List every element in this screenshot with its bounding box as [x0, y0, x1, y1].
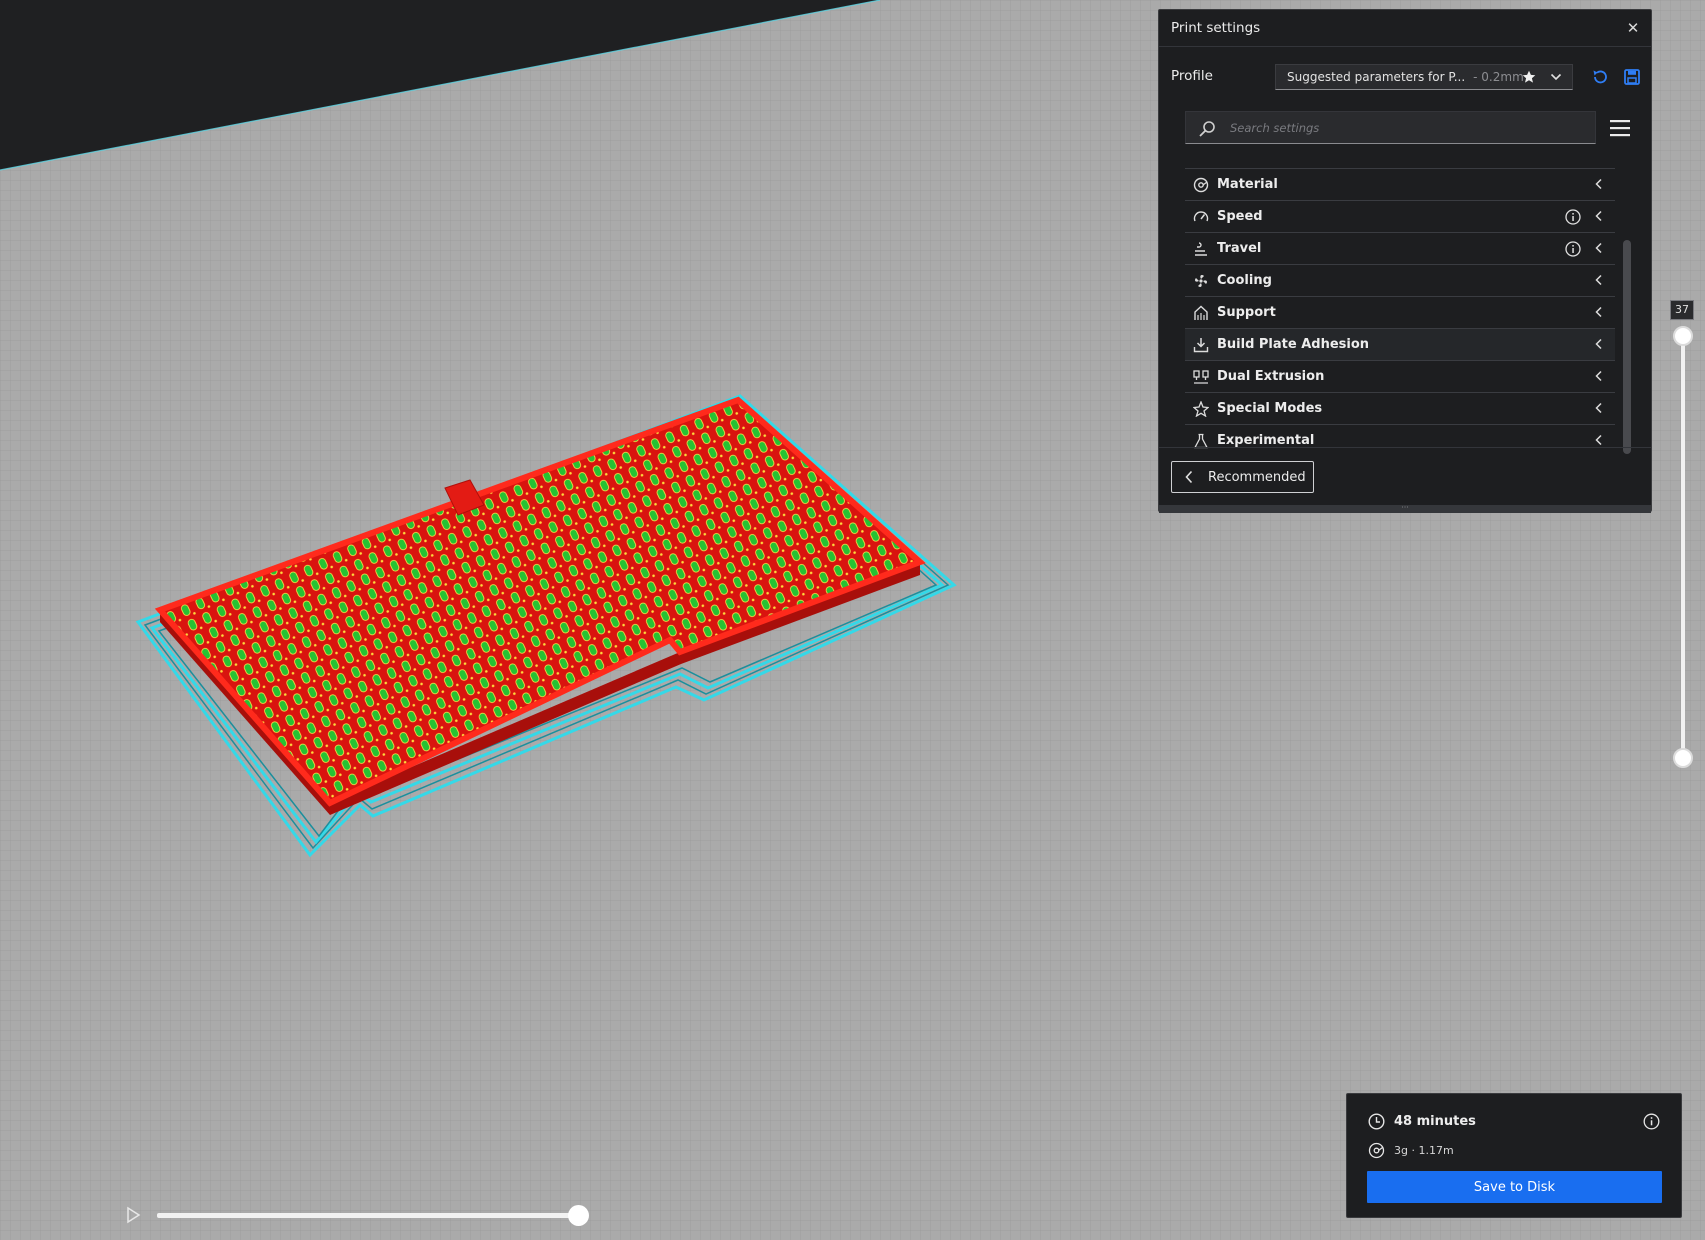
recommended-button[interactable]: Recommended [1171, 461, 1314, 493]
settings-category-list: Material Speed Travel Cooling Support Bu… [1185, 153, 1615, 455]
chevron-left-icon [1185, 470, 1193, 484]
cooling-fan-icon [1195, 275, 1207, 287]
scrollbar-thumb[interactable] [1623, 240, 1631, 454]
layer-slider-track[interactable] [1681, 336, 1685, 758]
settings-scrollbar[interactable] [1622, 150, 1631, 456]
chevron-left-icon [1595, 242, 1602, 254]
chevron-left-icon [1595, 210, 1602, 222]
search-input[interactable] [1230, 118, 1580, 138]
panel-title: Print settings [1171, 20, 1261, 36]
category-label: Support [1217, 305, 1276, 320]
category-label: Cooling [1217, 273, 1272, 288]
category-special-modes[interactable]: Special Modes [1185, 393, 1615, 425]
list-item-partial [1185, 153, 1615, 169]
info-icon[interactable] [1643, 1113, 1660, 1130]
category-build-plate-adhesion[interactable]: Build Plate Adhesion [1185, 329, 1615, 361]
panel-header: Print settings [1159, 10, 1651, 47]
support-icon [1194, 305, 1208, 320]
category-label: Speed [1217, 209, 1263, 224]
layer-number-label[interactable]: 37 [1670, 300, 1694, 320]
search-row [1185, 111, 1631, 145]
profile-layer-height: - 0.2mm [1473, 70, 1524, 84]
category-material[interactable]: Material [1185, 169, 1615, 201]
profile-row: Profile Suggested parameters for P... - … [1171, 62, 1641, 92]
material-icon [1193, 177, 1209, 193]
info-icon[interactable] [1565, 209, 1581, 225]
category-label: Travel [1217, 241, 1262, 256]
simulation-slider-track[interactable] [157, 1213, 579, 1218]
category-speed[interactable]: Speed [1185, 201, 1615, 233]
print-time: 48 minutes [1394, 1114, 1476, 1129]
chevron-down-icon [1550, 73, 1562, 81]
category-label: Build Plate Adhesion [1217, 337, 1370, 352]
chevron-left-icon [1595, 434, 1602, 446]
category-label: Experimental [1217, 433, 1315, 448]
chevron-left-icon [1595, 402, 1602, 414]
print-estimate-panel: 48 minutes 3g · 1.17m Save to Disk [1346, 1093, 1682, 1218]
settings-menu-icon[interactable] [1609, 117, 1631, 139]
chevron-left-icon [1595, 274, 1602, 286]
play-icon[interactable] [124, 1206, 142, 1224]
chevron-left-icon [1595, 178, 1602, 190]
favorite-star-icon[interactable] [1522, 70, 1536, 84]
clock-icon [1368, 1113, 1385, 1130]
profile-dropdown[interactable]: Suggested parameters for P... - 0.2mm [1275, 64, 1573, 90]
info-icon[interactable] [1565, 241, 1581, 257]
save-to-disk-button[interactable]: Save to Disk [1367, 1171, 1662, 1203]
chevron-left-icon [1595, 370, 1602, 382]
profile-label: Profile [1171, 68, 1213, 84]
layer-slider-lower-handle[interactable] [1673, 748, 1693, 768]
chevron-left-icon [1595, 338, 1602, 350]
simulation-slider-handle[interactable] [568, 1205, 589, 1226]
adhesion-icon [1193, 338, 1209, 353]
special-modes-star-icon [1193, 401, 1209, 417]
category-label: Special Modes [1217, 401, 1323, 416]
category-experimental[interactable]: Experimental [1185, 425, 1615, 455]
speed-icon [1193, 211, 1209, 222]
chevron-left-icon [1595, 306, 1602, 318]
travel-icon [1195, 242, 1207, 256]
search-box[interactable] [1185, 111, 1596, 144]
category-label: Material [1217, 177, 1278, 192]
save-profile-icon[interactable] [1623, 68, 1641, 86]
category-dual-extrusion[interactable]: Dual Extrusion [1185, 361, 1615, 393]
category-label: Dual Extrusion [1217, 369, 1325, 384]
close-icon[interactable]: ✕ [1625, 20, 1641, 36]
category-cooling[interactable]: Cooling [1185, 265, 1615, 297]
category-travel[interactable]: Travel [1185, 233, 1615, 265]
panel-resize-handle[interactable]: ··· [1159, 504, 1651, 513]
category-support[interactable]: Support [1185, 297, 1615, 329]
search-icon [1199, 121, 1215, 137]
recommended-label: Recommended [1208, 469, 1306, 485]
material-spool-icon [1368, 1142, 1385, 1159]
profile-name: Suggested parameters for P... [1287, 70, 1466, 84]
divider [1159, 447, 1651, 448]
layer-slider-upper-handle[interactable] [1673, 326, 1693, 346]
print-settings-panel: Print settings ✕ Profile Suggested param… [1158, 9, 1652, 513]
reset-profile-icon[interactable] [1591, 68, 1609, 86]
dual-extrusion-icon [1193, 370, 1209, 384]
material-usage: 3g · 1.17m [1394, 1144, 1454, 1157]
